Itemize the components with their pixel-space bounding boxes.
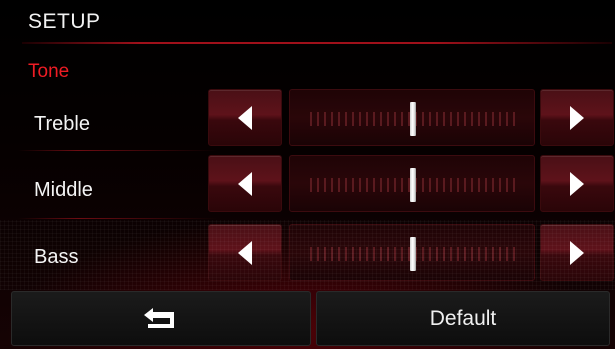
arrow-right-icon: [570, 240, 584, 265]
middle-slider-knob[interactable]: [410, 168, 416, 202]
setup-screen: SETUP Tone Treble Middle Bass Default: [0, 0, 615, 349]
arrow-right-icon: [570, 105, 584, 130]
middle-decrease-button[interactable]: [208, 155, 282, 212]
middle-increase-button[interactable]: [540, 155, 614, 212]
treble-label: Treble: [34, 113, 90, 135]
treble-decrease-button[interactable]: [208, 89, 282, 146]
treble-row: Treble: [0, 88, 615, 148]
bass-slider-knob[interactable]: [410, 237, 416, 271]
arrow-right-icon: [570, 171, 584, 196]
bass-slider[interactable]: [289, 224, 535, 281]
treble-slider-knob[interactable]: [410, 102, 416, 136]
section-title: Tone: [28, 61, 70, 82]
treble-slider[interactable]: [289, 89, 535, 146]
arrow-left-icon: [238, 240, 252, 265]
page-title: SETUP: [28, 10, 101, 33]
treble-increase-button[interactable]: [540, 89, 614, 146]
back-arrow-icon: [144, 307, 174, 328]
arrow-left-icon: [238, 105, 252, 130]
default-button[interactable]: Default: [316, 291, 610, 346]
default-button-label: Default: [429, 307, 497, 330]
middle-label: Middle: [34, 179, 93, 201]
bass-row: Bass: [0, 222, 615, 282]
title-divider: [22, 42, 612, 44]
back-button[interactable]: [11, 291, 311, 346]
bass-increase-button[interactable]: [540, 224, 614, 281]
bass-decrease-button[interactable]: [208, 224, 282, 281]
arrow-left-icon: [238, 171, 252, 196]
row-divider: [18, 218, 218, 219]
row-divider: [18, 150, 218, 151]
middle-row: Middle: [0, 153, 615, 213]
middle-slider[interactable]: [289, 155, 535, 212]
bass-label: Bass: [34, 246, 79, 268]
